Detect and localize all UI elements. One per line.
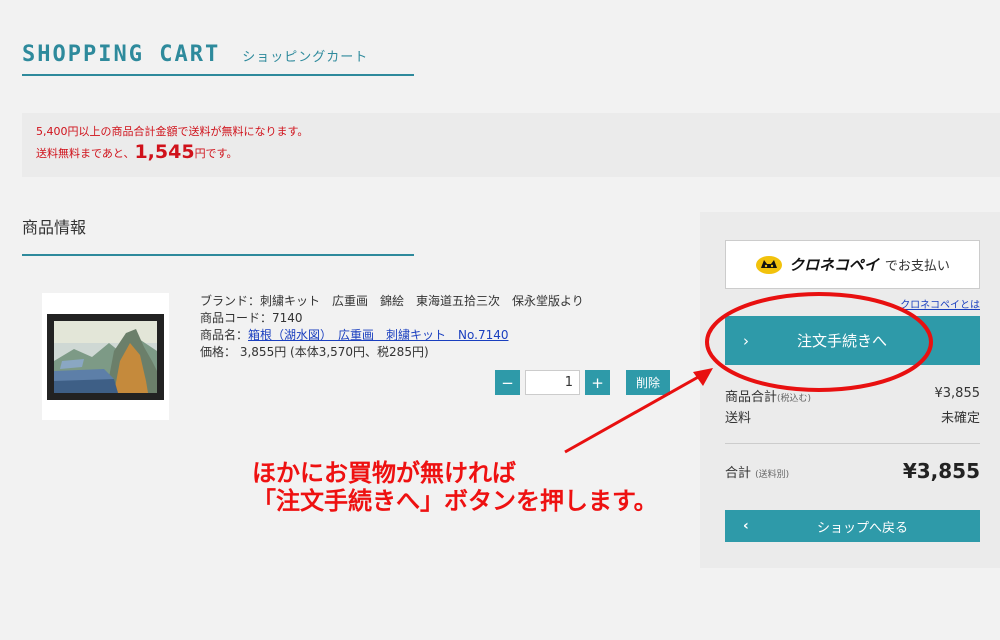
total-label: 合計 — [725, 465, 752, 481]
annotation-line-2: 「注文手続きへ」ボタンを押します。 — [252, 487, 658, 515]
product-brand: ブランド：刺繍キット 広重画 錦絵 東海道五拾三次 保永堂版より — [200, 294, 584, 308]
back-to-shop-label: ショップへ戻る — [817, 520, 909, 536]
product-name: 商品名：箱根（湖水図） 広重画 刺繍キット No.7140 — [200, 328, 509, 342]
title-underline — [22, 74, 414, 76]
page-title-jp: ショッピングカート — [242, 50, 369, 65]
free-shipping-notice: 5,400円以上の商品合計金額で送料が無料になります。 送料無料まであと、1,5… — [22, 113, 1000, 177]
product-thumbnail[interactable] — [42, 293, 169, 420]
kuroneko-brand: クロネコペイ — [789, 256, 879, 274]
product-name-link[interactable]: 箱根（湖水図） 広重画 刺繍キット No.7140 — [248, 328, 508, 342]
checkout-label: 注文手続きへ — [797, 332, 888, 350]
chevron-left-icon: ‹ — [743, 518, 749, 534]
summary-divider — [725, 443, 980, 444]
kuroneko-about-link[interactable]: クロネコペイとは — [900, 296, 980, 311]
subtotal-value: ¥3,855 — [934, 386, 981, 401]
product-info: ブランド：刺繍キット 広重画 錦絵 東海道五拾三次 保永堂版より 商品コード：7… — [200, 293, 584, 361]
chevron-right-icon: › — [743, 331, 749, 350]
product-section-title: 商品情報 — [22, 218, 87, 237]
kuroneko-pay-button[interactable]: クロネコペイ でお支払い — [725, 240, 980, 289]
product-image — [54, 320, 157, 393]
total-note: (送料別) — [755, 469, 790, 480]
picture-frame — [47, 313, 164, 400]
total-row: 合計 (送料別) ¥3,855 — [725, 459, 980, 483]
total-value: ¥3,855 — [902, 459, 980, 483]
annotation-line-1: ほかにお買物が無ければ — [252, 459, 516, 487]
subtotal-row: 商品合計(税込む) ¥3,855 — [725, 386, 980, 405]
page-title-en: SHOPPING CART — [22, 42, 221, 67]
quantity-decrease-button[interactable]: − — [495, 370, 520, 395]
shipping-label: 送料 — [725, 411, 752, 426]
quantity-stepper: − 1 + 削除 — [495, 370, 670, 395]
annotation-text: ほかにお買物が無ければ 「注文手続きへ」ボタンを押します。 — [252, 459, 658, 515]
product-code: 商品コード：7140 — [200, 311, 303, 325]
section-underline — [22, 254, 414, 256]
free-shipping-rule: 5,400円以上の商品合計金額で送料が無料になります。 — [36, 125, 309, 138]
shipping-row: 送料 未確定 — [725, 407, 980, 426]
kuroneko-pay-label: でお支払い — [884, 259, 950, 274]
delete-item-button[interactable]: 削除 — [626, 370, 670, 395]
page-title: SHOPPING CART ショッピングカート — [22, 42, 368, 67]
quantity-increase-button[interactable]: + — [585, 370, 610, 395]
checkout-button[interactable]: › 注文手続きへ — [725, 316, 980, 365]
free-shipping-remaining: 送料無料まであと、1,545円です。 — [36, 141, 238, 163]
shipping-value: 未確定 — [940, 411, 980, 426]
subtotal-note: (税込む) — [777, 394, 812, 404]
remaining-amount: 1,545 — [134, 141, 195, 163]
subtotal-label: 商品合計 — [725, 390, 778, 405]
product-price: 価格： 3,855円 (本体3,570円、税285円) — [200, 345, 429, 359]
quantity-input[interactable]: 1 — [525, 370, 580, 395]
back-to-shop-button[interactable]: ‹ ショップへ戻る — [725, 510, 980, 542]
kuroneko-cat-icon — [756, 255, 783, 274]
